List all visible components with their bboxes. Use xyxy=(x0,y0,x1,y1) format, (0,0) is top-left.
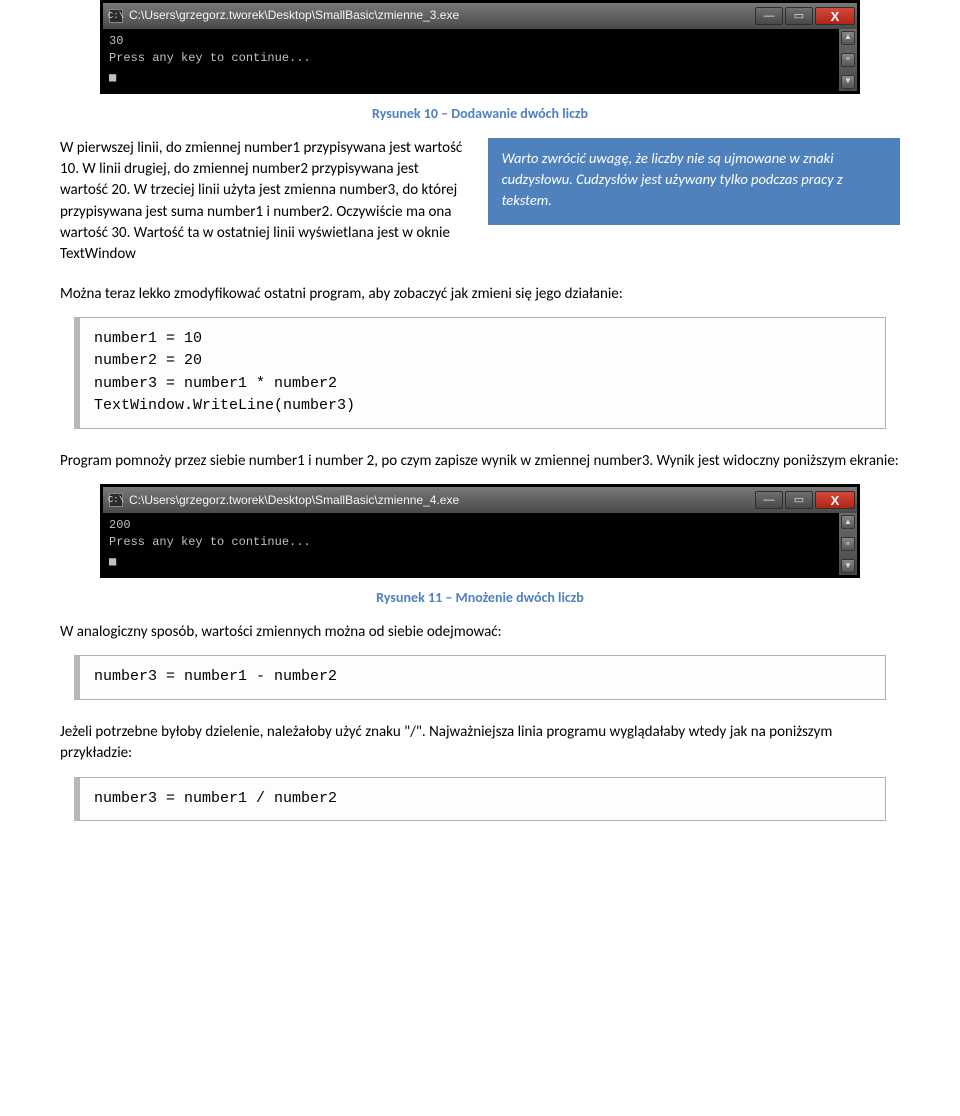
titlebar-1: C:\ C:\Users\grzegorz.tworek\Desktop\Sma… xyxy=(103,3,857,29)
console-window-1: C:\ C:\Users\grzegorz.tworek\Desktop\Sma… xyxy=(100,0,860,94)
scroll-down-icon[interactable]: ▼ xyxy=(841,559,855,573)
maximize-button[interactable]: ▭ xyxy=(785,491,813,509)
tip-box: Warto zwrócić uwagę, że liczby nie są uj… xyxy=(488,138,900,225)
output-line: 200 xyxy=(109,518,131,532)
code-block-1: number1 = 10 number2 = 20 number3 = numb… xyxy=(74,317,886,429)
paragraph-3: Program pomnoży przez siebie number1 i n… xyxy=(60,451,900,472)
console-body-1: 30 Press any key to continue... ▄ ▲ ≡ ▼ xyxy=(103,29,857,91)
close-button[interactable]: X xyxy=(815,491,855,509)
figure-caption-1: Rysunek 10 – Dodawanie dwóch liczb xyxy=(60,104,900,124)
tip-text: Warto zwrócić uwagę, że liczby nie są uj… xyxy=(502,149,843,209)
window-title-2: C:\Users\grzegorz.tworek\Desktop\SmallBa… xyxy=(129,492,755,509)
paragraph-2: Można teraz lekko zmodyfikować ostatni p… xyxy=(60,284,900,305)
figure-caption-2: Rysunek 11 – Mnożenie dwóch liczb xyxy=(60,588,900,608)
titlebar-2: C:\ C:\Users\grzegorz.tworek\Desktop\Sma… xyxy=(103,487,857,513)
output-line: 30 xyxy=(109,34,123,48)
scroll-up-icon[interactable]: ▲ xyxy=(841,31,855,45)
console-body-2: 200 Press any key to continue... ▄ ▲ ≡ ▼ xyxy=(103,513,857,575)
scroll-thumb[interactable]: ≡ xyxy=(841,537,855,551)
close-button[interactable]: X xyxy=(815,7,855,25)
maximize-button[interactable]: ▭ xyxy=(785,7,813,25)
window-buttons-1: — ▭ X xyxy=(755,7,855,25)
minimize-button[interactable]: — xyxy=(755,7,783,25)
code-block-2: number3 = number1 - number2 xyxy=(74,655,886,700)
output-line: Press any key to continue... xyxy=(109,535,311,549)
two-column-section: W pierwszej linii, do zmiennej number1 p… xyxy=(60,138,900,278)
console-window-2: C:\ C:\Users\grzegorz.tworek\Desktop\Sma… xyxy=(100,484,860,578)
cursor-icon: ▄ xyxy=(109,68,116,82)
console-output-2: 200 Press any key to continue... ▄ xyxy=(103,513,839,575)
code-block-3: number3 = number1 / number2 xyxy=(74,777,886,822)
cursor-icon: ▄ xyxy=(109,552,116,566)
paragraph-1: W pierwszej linii, do zmiennej number1 p… xyxy=(60,138,464,266)
left-column: W pierwszej linii, do zmiennej number1 p… xyxy=(60,138,464,278)
console-output-1: 30 Press any key to continue... ▄ xyxy=(103,29,839,91)
output-line: Press any key to continue... xyxy=(109,51,311,65)
scrollbar-1[interactable]: ▲ ≡ ▼ xyxy=(839,29,857,91)
app-icon: C:\ xyxy=(109,9,123,23)
scrollbar-2[interactable]: ▲ ≡ ▼ xyxy=(839,513,857,575)
minimize-button[interactable]: — xyxy=(755,491,783,509)
scroll-thumb[interactable]: ≡ xyxy=(841,53,855,67)
app-icon: C:\ xyxy=(109,493,123,507)
paragraph-5: Jeżeli potrzebne byłoby dzielenie, należ… xyxy=(60,722,900,765)
paragraph-4: W analogiczny sposób, wartości zmiennych… xyxy=(60,622,900,643)
scroll-down-icon[interactable]: ▼ xyxy=(841,75,855,89)
window-buttons-2: — ▭ X xyxy=(755,491,855,509)
scroll-up-icon[interactable]: ▲ xyxy=(841,515,855,529)
window-title-1: C:\Users\grzegorz.tworek\Desktop\SmallBa… xyxy=(129,7,755,24)
